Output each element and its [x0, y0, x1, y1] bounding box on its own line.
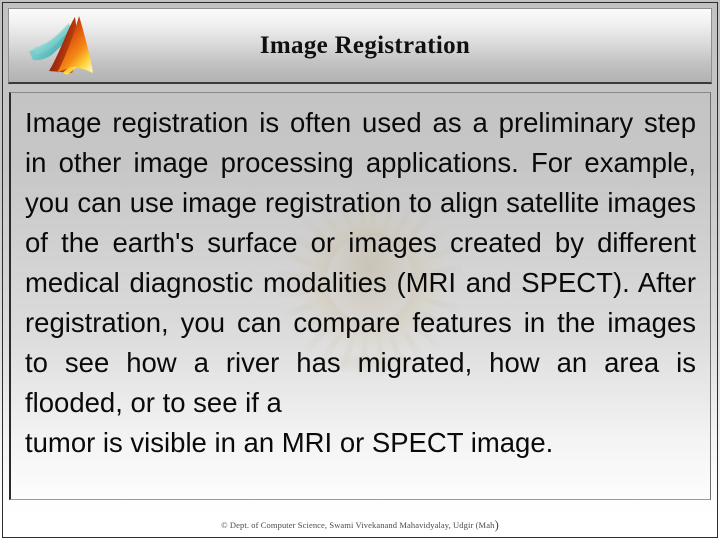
body-paragraph-main: Image registration is often used as a pr…	[25, 107, 696, 418]
slide-header: Image Registration	[8, 8, 712, 84]
slide: Image Registration Image registration is…	[0, 0, 720, 540]
page-title: Image Registration	[259, 31, 471, 59]
content-box: Image registration is often used as a pr…	[9, 92, 711, 500]
body-paragraph: Image registration is often used as a pr…	[25, 103, 696, 463]
footer-credit: © Dept. of Computer Science, Swami Vivek…	[0, 517, 720, 533]
body-paragraph-last-line: tumor is visible in an MRI or SPECT imag…	[25, 427, 554, 458]
footer-credit-tail: )	[494, 517, 499, 532]
footer-credit-text: © Dept. of Computer Science, Swami Vivek…	[221, 520, 495, 530]
matlab-logo-icon	[27, 13, 101, 79]
